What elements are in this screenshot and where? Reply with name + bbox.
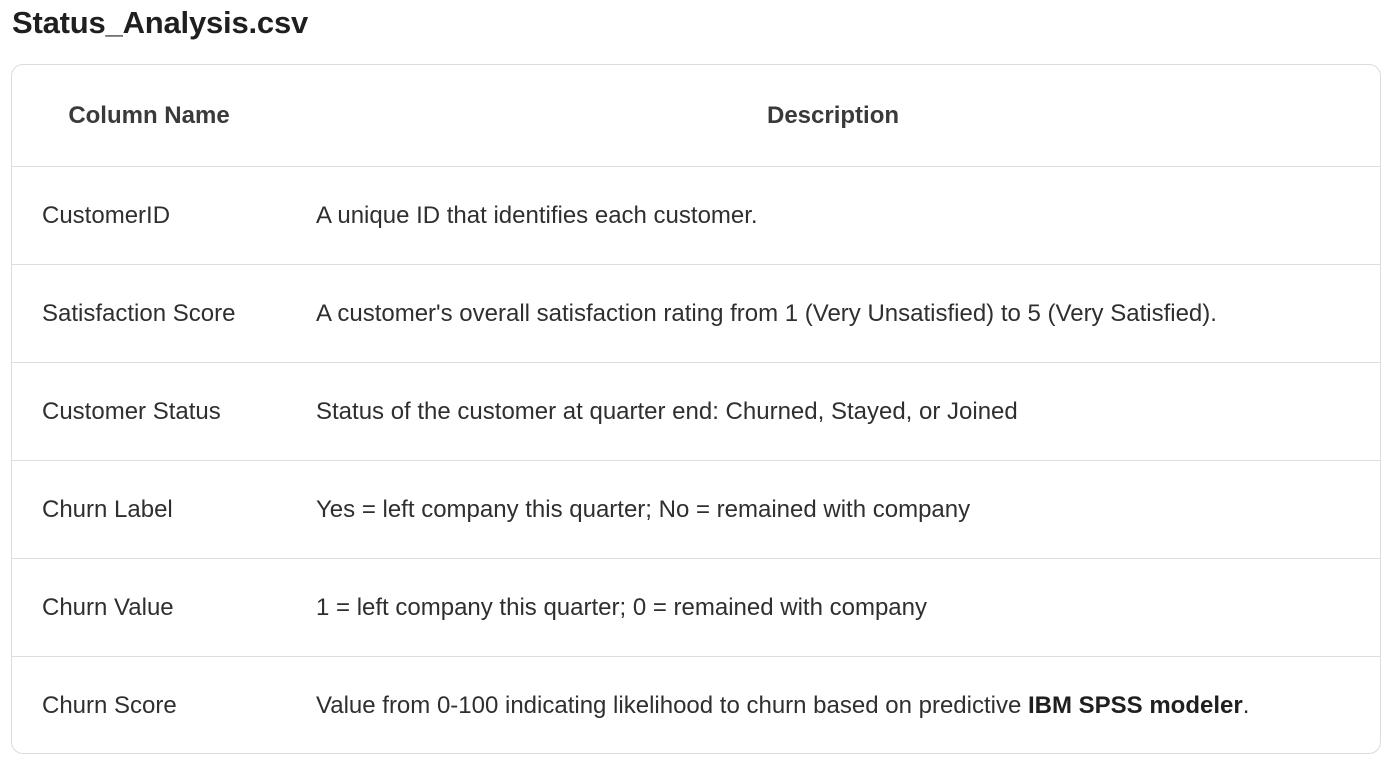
description-cell: A customer's overall satisfaction rating…	[286, 264, 1380, 363]
column-name-cell: Churn Label	[12, 460, 286, 559]
description-cell: A unique ID that identifies each custome…	[286, 166, 1380, 265]
column-name-header: Column Name	[12, 65, 286, 167]
table-row: CustomerID A unique ID that identifies e…	[12, 166, 1380, 265]
file-title: Status_Analysis.csv	[12, 5, 309, 40]
column-description-table-card: Column Name Description CustomerID A uni…	[11, 64, 1381, 754]
column-name-cell: Churn Value	[12, 558, 286, 657]
table-row: Customer Status Status of the customer a…	[12, 362, 1380, 461]
table-header: Column Name Description	[12, 65, 1380, 167]
table-row: Churn Score Value from 0-100 indicating …	[12, 657, 1380, 754]
column-name-cell: Satisfaction Score	[12, 264, 286, 363]
description-header: Description	[286, 65, 1380, 167]
column-name-cell: CustomerID	[12, 166, 286, 265]
table-row: Churn Value 1 = left company this quarte…	[12, 558, 1380, 657]
column-name-cell: Customer Status	[12, 362, 286, 461]
table-row: Satisfaction Score A customer's overall …	[12, 264, 1380, 363]
header-row: Column Name Description	[12, 65, 1380, 167]
description-cell: Status of the customer at quarter end: C…	[286, 362, 1380, 461]
column-description-table: Column Name Description CustomerID A uni…	[12, 65, 1380, 754]
description-cell: Yes = left company this quarter; No = re…	[286, 460, 1380, 559]
description-text-end: .	[1242, 691, 1250, 719]
table-body: CustomerID A unique ID that identifies e…	[12, 166, 1380, 754]
column-name-cell: Churn Score	[42, 691, 177, 719]
description-cell: 1 = left company this quarter; 0 = remai…	[286, 558, 1380, 657]
table-row: Churn Label Yes = left company this quar…	[12, 460, 1380, 559]
description-cell: Value from 0-100 indicating likelihood t…	[286, 657, 1380, 754]
description-emphasis: IBM SPSS modeler	[1027, 691, 1243, 719]
description-text: Value from 0-100 indicating likelihood t…	[316, 691, 1028, 719]
